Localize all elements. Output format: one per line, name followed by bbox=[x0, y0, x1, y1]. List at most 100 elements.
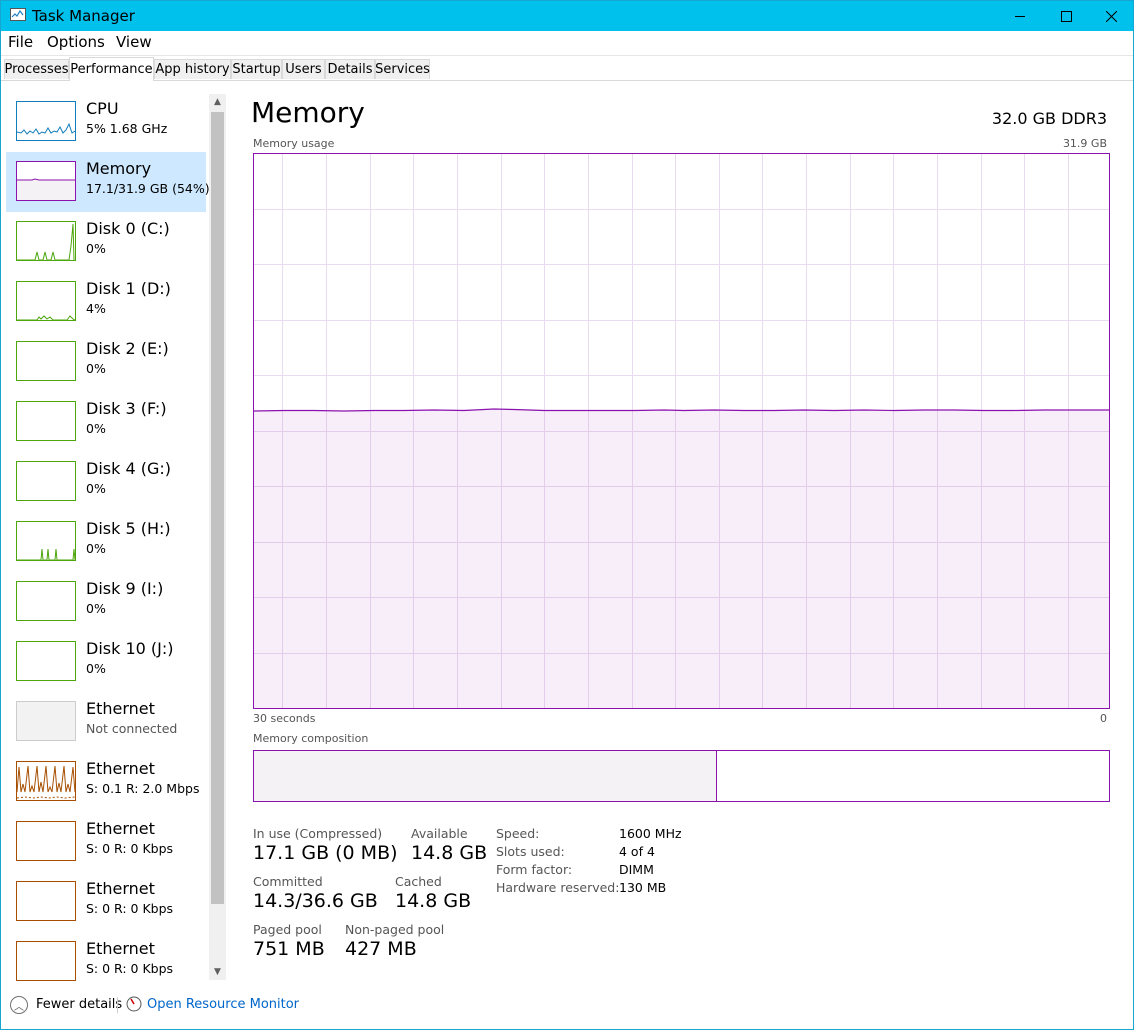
sidebar-item-sub: 0% bbox=[86, 481, 106, 496]
menu-options[interactable]: Options bbox=[47, 33, 105, 51]
sidebar-item-sub: 0% bbox=[86, 601, 106, 616]
cpu-thumbnail-graph bbox=[16, 101, 76, 141]
memory-usage-line bbox=[253, 408, 1109, 412]
sidebar-item-name: Disk 10 (J:) bbox=[86, 639, 174, 658]
sidebar-item-name: Disk 0 (C:) bbox=[86, 219, 170, 238]
disk-1-thumbnail-graph bbox=[16, 281, 76, 321]
sidebar-item-name: Ethernet bbox=[86, 819, 155, 838]
sidebar-item-name: Ethernet bbox=[86, 939, 155, 958]
close-icon bbox=[1105, 10, 1117, 22]
available-value: 14.8 GB bbox=[411, 842, 488, 864]
tab-processes[interactable]: Processes bbox=[4, 59, 69, 79]
cached-label: Cached bbox=[395, 874, 442, 889]
hardware-reserved-value: 130 MB bbox=[619, 880, 667, 895]
sidebar-item-disk-4[interactable]: Disk 4 (G:) 0% bbox=[6, 452, 206, 512]
sidebar-item-name: Memory bbox=[86, 159, 152, 178]
memory-usage-area bbox=[254, 409, 1109, 708]
maximize-button[interactable] bbox=[1043, 1, 1089, 31]
non-paged-pool-label: Non-paged pool bbox=[345, 922, 445, 937]
tab-startup[interactable]: Startup bbox=[231, 59, 282, 79]
sidebar-item-sub: 0% bbox=[86, 541, 106, 556]
sidebar-item-ethernet-5[interactable]: Ethernet S: 0 R: 0 Kbps bbox=[6, 932, 206, 992]
sidebar-item-name: Disk 5 (H:) bbox=[86, 519, 171, 538]
task-manager-icon bbox=[10, 8, 26, 21]
sidebar-item-sub: 0% bbox=[86, 421, 106, 436]
tab-details[interactable]: Details bbox=[325, 59, 375, 79]
sidebar-item-sub: S: 0 R: 0 Kbps bbox=[86, 901, 174, 916]
non-paged-pool-value: 427 MB bbox=[345, 938, 417, 960]
scroll-thumb[interactable] bbox=[211, 112, 224, 904]
sidebar-item-name: Ethernet bbox=[86, 759, 155, 778]
sidebar-scrollbar[interactable]: ▲ ▼ bbox=[209, 94, 226, 980]
in-use-label: In use (Compressed) bbox=[253, 826, 383, 841]
memory-composition-in-use bbox=[254, 751, 717, 801]
sidebar-item-disk-1[interactable]: Disk 1 (D:) 4% bbox=[6, 272, 206, 332]
speed-label: Speed: bbox=[496, 826, 540, 841]
close-button[interactable] bbox=[1088, 1, 1134, 31]
tab-app-history[interactable]: App history bbox=[154, 59, 231, 79]
sidebar-item-name: Disk 9 (I:) bbox=[86, 579, 164, 598]
sidebar-item-disk-0[interactable]: Disk 0 (C:) 0% bbox=[6, 212, 206, 272]
sidebar-item-name: Ethernet bbox=[86, 879, 155, 898]
sidebar-item-name: Disk 4 (G:) bbox=[86, 459, 171, 478]
hardware-reserved-label: Hardware reserved: bbox=[496, 880, 620, 895]
sidebar-item-memory[interactable]: Memory 17.1/31.9 GB (54%) bbox=[6, 152, 210, 212]
sidebar-item-ethernet-4[interactable]: Ethernet S: 0 R: 0 Kbps bbox=[6, 872, 206, 932]
memory-sparkline bbox=[17, 178, 75, 200]
sidebar-item-ethernet-2[interactable]: Ethernet S: 0.1 R: 2.0 Mbps bbox=[6, 752, 206, 812]
sidebar-item-sub: 17.1/31.9 GB (54%) bbox=[86, 181, 210, 196]
tab-users[interactable]: Users bbox=[282, 59, 325, 79]
disk-4-thumbnail-graph bbox=[16, 461, 76, 501]
committed-value: 14.3/36.6 GB bbox=[253, 890, 378, 912]
footer: ︿ Fewer details Open Resource Monitor bbox=[1, 991, 1133, 1021]
ethernet-1-thumbnail-graph bbox=[16, 701, 76, 741]
sidebar-item-disk-3[interactable]: Disk 3 (F:) 0% bbox=[6, 392, 206, 452]
cpu-sparkline bbox=[17, 122, 75, 135]
graph-time-start: 30 seconds bbox=[253, 712, 316, 725]
disk-2-thumbnail-graph bbox=[16, 341, 76, 381]
sidebar-item-ethernet-3[interactable]: Ethernet S: 0 R: 0 Kbps bbox=[6, 812, 206, 872]
open-resource-monitor-link[interactable]: Open Resource Monitor bbox=[147, 997, 299, 1012]
footer-divider bbox=[117, 997, 118, 1013]
paged-pool-value: 751 MB bbox=[253, 938, 325, 960]
sidebar-item-disk-10[interactable]: Disk 10 (J:) 0% bbox=[6, 632, 206, 692]
disk-5-sparkline bbox=[17, 548, 75, 560]
sidebar-item-sub: 0% bbox=[86, 361, 106, 376]
task-manager-window: Task Manager File Options View Processes… bbox=[0, 0, 1134, 1030]
sidebar-item-name: Disk 3 (F:) bbox=[86, 399, 167, 418]
sidebar-item-disk-5[interactable]: Disk 5 (H:) 0% bbox=[6, 512, 206, 572]
disk-1-sparkline bbox=[17, 315, 75, 320]
memory-composition-label: Memory composition bbox=[253, 732, 369, 745]
sidebar-item-cpu[interactable]: CPU 5% 1.68 GHz bbox=[6, 92, 206, 152]
memory-composition-bar bbox=[253, 750, 1110, 802]
tab-performance[interactable]: Performance bbox=[69, 57, 154, 81]
menu-view[interactable]: View bbox=[116, 33, 152, 51]
scroll-down-icon[interactable]: ▼ bbox=[209, 964, 226, 980]
sidebar-item-sub: 0% bbox=[86, 241, 106, 256]
fewer-details-button[interactable]: Fewer details bbox=[36, 997, 122, 1012]
sidebar-item-sub: 4% bbox=[86, 301, 106, 316]
disk-0-thumbnail-graph bbox=[16, 221, 76, 261]
tab-services[interactable]: Services bbox=[375, 59, 430, 79]
sidebar-item-disk-2[interactable]: Disk 2 (E:) 0% bbox=[6, 332, 206, 392]
graph-time-end: 0 bbox=[1100, 712, 1107, 725]
tab-bar: Processes Performance App history Startu… bbox=[1, 56, 1133, 81]
resource-sidebar: CPU 5% 1.68 GHz Memory 17.1/31.9 GB (54%… bbox=[1, 90, 229, 982]
sidebar-item-ethernet-1[interactable]: Ethernet Not connected bbox=[6, 692, 206, 752]
memory-usage-label: Memory usage bbox=[253, 137, 335, 150]
window-title: Task Manager bbox=[32, 7, 135, 25]
ethernet-3-thumbnail-graph bbox=[16, 821, 76, 861]
sidebar-item-disk-9[interactable]: Disk 9 (I:) 0% bbox=[6, 572, 206, 632]
in-use-value: 17.1 GB (0 MB) bbox=[253, 842, 398, 864]
sidebar-item-sub: S: 0.1 R: 2.0 Mbps bbox=[86, 781, 200, 796]
resource-monitor-icon[interactable] bbox=[126, 996, 142, 1012]
page-title: Memory bbox=[251, 96, 365, 129]
scroll-up-icon[interactable]: ▲ bbox=[209, 94, 226, 110]
disk-5-thumbnail-graph bbox=[16, 521, 76, 561]
disk-0-sparkline bbox=[17, 223, 75, 260]
menu-file[interactable]: File bbox=[8, 33, 33, 51]
available-label: Available bbox=[411, 826, 468, 841]
title-bar[interactable]: Task Manager bbox=[1, 1, 1133, 31]
minimize-button[interactable] bbox=[997, 1, 1043, 31]
chevron-up-icon[interactable]: ︿ bbox=[10, 996, 28, 1014]
